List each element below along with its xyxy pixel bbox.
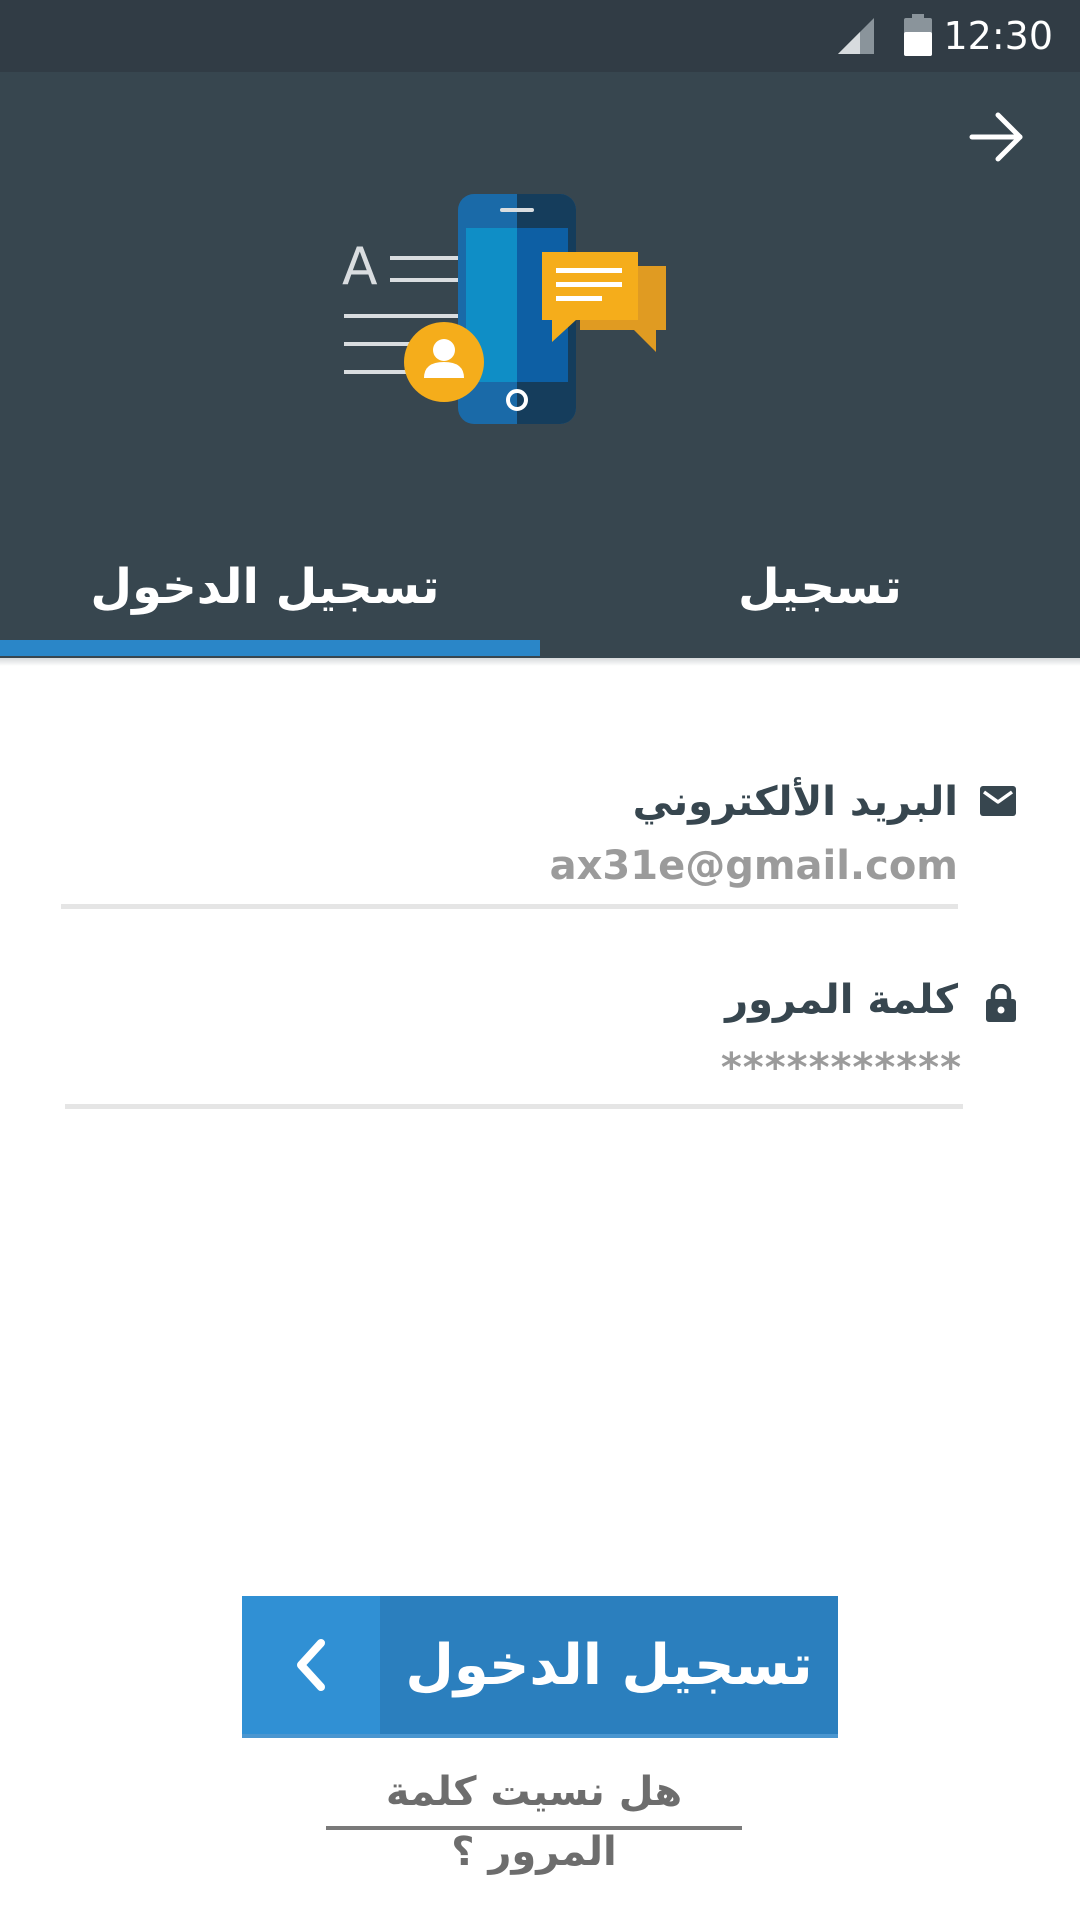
svg-text:A: A <box>342 237 378 297</box>
mobile-chat-illustration: A <box>342 194 666 424</box>
password-underline <box>65 1104 963 1109</box>
email-field[interactable] <box>500 838 958 894</box>
tab-login[interactable]: تسجيل الدخول <box>0 532 540 642</box>
status-time: 12:30 <box>943 14 1053 58</box>
header-shadow <box>0 658 1080 666</box>
tab-register[interactable]: تسجيل <box>540 532 1080 642</box>
email-underline <box>61 904 958 909</box>
forgot-password-link[interactable]: هل نسيت كلمة المرور ؟ <box>326 1762 742 1875</box>
tab-indicator <box>0 640 540 656</box>
email-label: البريد الألكتروني <box>632 779 958 825</box>
mail-icon <box>980 786 1016 816</box>
battery-icon <box>904 14 932 56</box>
forgot-password-underline <box>326 1826 742 1830</box>
password-field[interactable] <box>500 1040 962 1096</box>
login-button[interactable]: تسجيل الدخول <box>242 1596 838 1738</box>
forward-arrow-icon[interactable] <box>966 106 1028 168</box>
login-button-label: تسجيل الدخول <box>405 1632 813 1698</box>
status-bar: 12:30 <box>0 0 1080 72</box>
lock-icon <box>986 984 1016 1022</box>
login-button-icon-area <box>242 1596 380 1734</box>
chevron-left-icon <box>297 1639 325 1691</box>
password-label: كلمة المرور <box>725 977 958 1023</box>
signal-icon <box>838 18 874 54</box>
